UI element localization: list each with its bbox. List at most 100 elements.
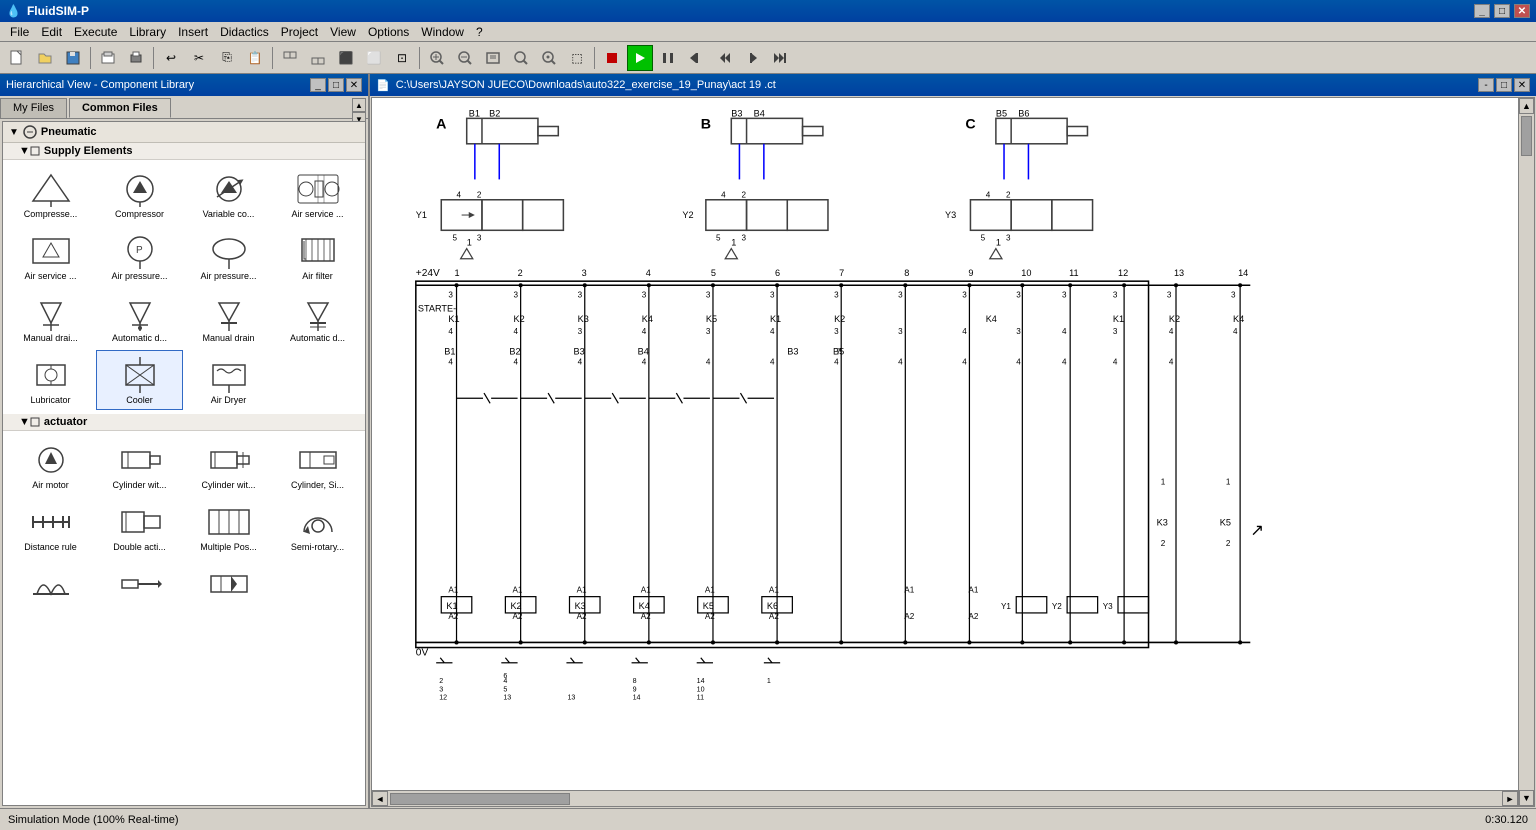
- component-distance-rule[interactable]: Distance rule: [7, 497, 94, 557]
- left-minimize-btn[interactable]: _: [310, 78, 326, 92]
- canvas-close-btn[interactable]: ✕: [1514, 78, 1530, 92]
- menu-project[interactable]: Project: [275, 23, 324, 41]
- right-scrollbar[interactable]: ▲ ▼: [1518, 98, 1534, 806]
- left-panel-controls[interactable]: _ □ ✕: [310, 78, 362, 92]
- left-restore-btn[interactable]: □: [328, 78, 344, 92]
- menu-edit[interactable]: Edit: [35, 23, 68, 41]
- save-button[interactable]: [60, 45, 86, 71]
- canvas-area[interactable]: ▲ ▼ ◄ ► A: [371, 97, 1535, 807]
- component-compressor-circle[interactable]: Compressor: [96, 164, 183, 224]
- component-actuator3[interactable]: [185, 559, 272, 609]
- align-bl-button[interactable]: ⬛: [333, 45, 359, 71]
- tab-common-files[interactable]: Common Files: [69, 98, 171, 118]
- scroll-left-arrow[interactable]: ◄: [372, 791, 388, 806]
- component-auto-drain[interactable]: Automatic d...: [96, 288, 183, 348]
- play-button[interactable]: [627, 45, 653, 71]
- component-cylinder3[interactable]: Cylinder, Si...: [274, 435, 361, 495]
- component-cylinder1[interactable]: Cylinder wit...: [96, 435, 183, 495]
- supply-elements-header[interactable]: ▼ Supply Elements: [3, 143, 365, 160]
- component-air-pressure-circle[interactable]: P Air pressure...: [96, 226, 183, 286]
- print-preview-button[interactable]: [95, 45, 121, 71]
- scroll-thumb-v[interactable]: [1521, 116, 1532, 156]
- bottom-scrollbar[interactable]: ◄ ►: [372, 790, 1518, 806]
- zoom-fit-button[interactable]: [480, 45, 506, 71]
- zoom-actual-button[interactable]: [508, 45, 534, 71]
- pneumatic-icon: [23, 125, 37, 139]
- zoom-extra-button[interactable]: ⬚: [564, 45, 590, 71]
- scroll-up-btn[interactable]: ▲: [352, 98, 366, 112]
- component-manual-drain[interactable]: Manual drai...: [7, 288, 94, 348]
- menu-execute[interactable]: Execute: [68, 23, 123, 41]
- left-panel-title-bar: Hierarchical View - Component Library _ …: [0, 74, 368, 96]
- minimize-button[interactable]: _: [1474, 4, 1490, 18]
- copy-button[interactable]: ⎘: [214, 45, 240, 71]
- component-air-service-rect[interactable]: Air service ...: [7, 226, 94, 286]
- component-multiple-pos[interactable]: Multiple Pos...: [185, 497, 272, 557]
- align-mid-button[interactable]: ⊡: [389, 45, 415, 71]
- new-button[interactable]: [4, 45, 30, 71]
- align-tr-button[interactable]: [305, 45, 331, 71]
- scroll-down-arrow[interactable]: ▼: [1519, 790, 1534, 806]
- maximize-button[interactable]: □: [1494, 4, 1510, 18]
- component-compressor-triangle[interactable]: Compresse...: [7, 164, 94, 224]
- component-auto-drain2[interactable]: Automatic d...: [274, 288, 361, 348]
- tab-my-files[interactable]: My Files: [0, 98, 67, 118]
- actuator-section-header[interactable]: ▼ actuator: [3, 414, 365, 431]
- component-air-filter[interactable]: Air filter: [274, 226, 361, 286]
- menu-library[interactable]: Library: [123, 23, 172, 41]
- menu-window[interactable]: Window: [415, 23, 470, 41]
- menu-insert[interactable]: Insert: [172, 23, 214, 41]
- component-manual-drain2[interactable]: Manual drain: [185, 288, 272, 348]
- component-semi-rotary[interactable]: Semi-rotary...: [274, 497, 361, 557]
- component-lubricator[interactable]: Lubricator: [7, 350, 94, 410]
- component-cylinder2[interactable]: Cylinder wit...: [185, 435, 272, 495]
- menu-view[interactable]: View: [324, 23, 362, 41]
- title-bar-controls[interactable]: _ □ ✕: [1474, 4, 1530, 18]
- svg-text:K5: K5: [703, 601, 714, 611]
- paste-button[interactable]: 📋: [242, 45, 268, 71]
- canvas-restore-btn[interactable]: □: [1496, 78, 1512, 92]
- component-variable-comp[interactable]: Variable co...: [185, 164, 272, 224]
- scroll-up-arrow[interactable]: ▲: [1519, 98, 1534, 114]
- scroll-thumb-h[interactable]: [390, 793, 570, 805]
- actuator-grid: Air motor Cylinder wit...: [3, 431, 365, 613]
- step-back-button[interactable]: [683, 45, 709, 71]
- supply-box-icon: [30, 146, 40, 156]
- time-display: 0:30.120: [1485, 814, 1528, 826]
- zoom-100-button[interactable]: [536, 45, 562, 71]
- component-air-motor[interactable]: Air motor: [7, 435, 94, 495]
- step-back2-button[interactable]: [711, 45, 737, 71]
- close-button[interactable]: ✕: [1514, 4, 1530, 18]
- open-button[interactable]: [32, 45, 58, 71]
- print-button[interactable]: [123, 45, 149, 71]
- menu-file[interactable]: File: [4, 23, 35, 41]
- component-bellows[interactable]: [7, 559, 94, 609]
- fast-fwd-button[interactable]: [767, 45, 793, 71]
- canvas-title-controls[interactable]: - □ ✕: [1478, 78, 1530, 92]
- left-close-btn[interactable]: ✕: [346, 78, 362, 92]
- step-fwd-button[interactable]: [739, 45, 765, 71]
- menu-didactics[interactable]: Didactics: [214, 23, 275, 41]
- scroll-right-arrow[interactable]: ►: [1502, 791, 1518, 806]
- tree-panel[interactable]: ▼ Pneumatic ▼ Supply Elements Compresse.…: [2, 121, 366, 806]
- stop-button[interactable]: [599, 45, 625, 71]
- pneumatic-section-header[interactable]: ▼ Pneumatic: [3, 122, 365, 143]
- component-air-pressure-oval[interactable]: Air pressure...: [185, 226, 272, 286]
- svg-text:2: 2: [1226, 539, 1231, 548]
- svg-text:B1: B1: [469, 108, 480, 118]
- menu-help[interactable]: ?: [470, 23, 489, 41]
- pause-button[interactable]: [655, 45, 681, 71]
- component-air-dryer[interactable]: Air Dryer: [185, 350, 272, 410]
- align-br-button[interactable]: ⬜: [361, 45, 387, 71]
- zoom-in-button[interactable]: [424, 45, 450, 71]
- cut-button[interactable]: ✂: [186, 45, 212, 71]
- undo-button[interactable]: ↩: [158, 45, 184, 71]
- component-double-acting[interactable]: Double acti...: [96, 497, 183, 557]
- component-air-service-combo[interactable]: Air service ...: [274, 164, 361, 224]
- component-actuator2[interactable]: [96, 559, 183, 609]
- zoom-out-button[interactable]: [452, 45, 478, 71]
- align-tl-button[interactable]: [277, 45, 303, 71]
- menu-options[interactable]: Options: [362, 23, 415, 41]
- canvas-minimize-btn[interactable]: -: [1478, 78, 1494, 92]
- component-cooler[interactable]: Cooler: [96, 350, 183, 410]
